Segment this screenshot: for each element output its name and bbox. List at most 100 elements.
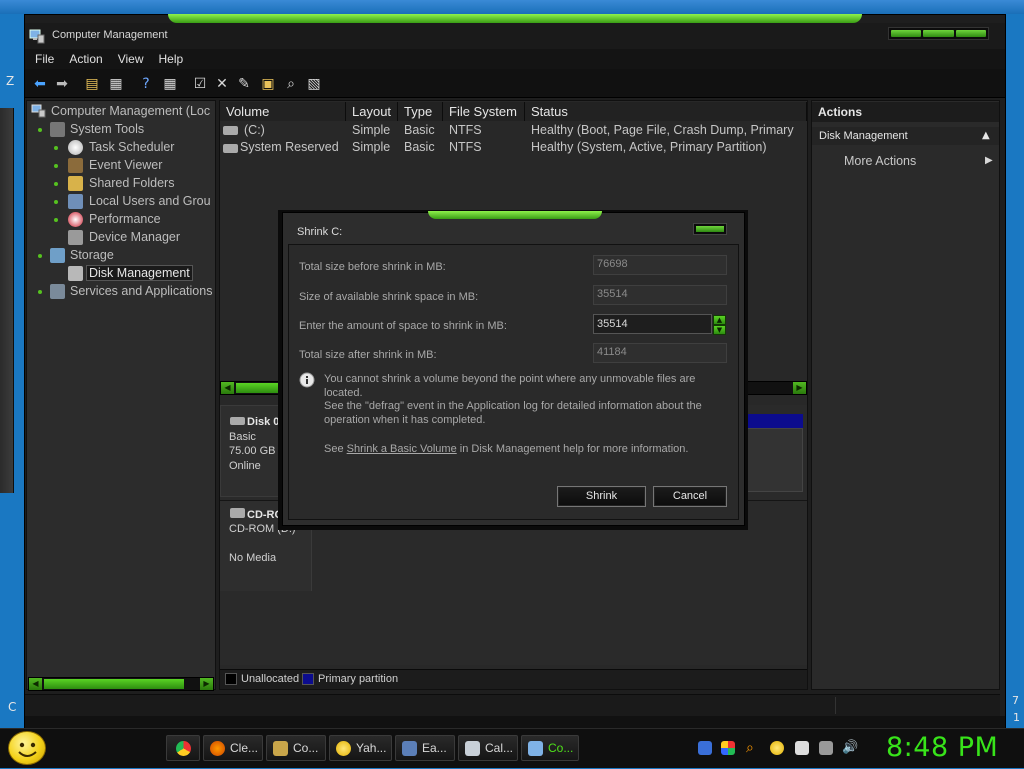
- minimize-button[interactable]: [891, 30, 922, 37]
- folder-up-icon[interactable]: ▤: [83, 75, 101, 93]
- tree-horizontal-scrollbar[interactable]: ◀ ▶: [28, 677, 214, 691]
- expand-dot[interactable]: [54, 200, 58, 204]
- task-label: Ea...: [422, 741, 447, 755]
- tree-item-shared-folders[interactable]: Shared Folders: [89, 176, 174, 190]
- title-bar[interactable]: [25, 23, 1005, 49]
- network-tray-icon[interactable]: [721, 741, 735, 755]
- tree-item-task-scheduler[interactable]: Task Scheduler: [89, 140, 174, 154]
- expand-dot[interactable]: [38, 128, 42, 132]
- taskbar-task-co[interactable]: Co...: [266, 735, 326, 761]
- messenger-tray-icon[interactable]: [770, 741, 784, 755]
- tree-item-computer-management[interactable]: Computer Management (Loc: [51, 104, 210, 118]
- expand-dot[interactable]: [54, 146, 58, 150]
- collapse-up-icon[interactable]: ▲: [982, 130, 990, 141]
- task-label: Co...: [548, 741, 574, 755]
- start-button[interactable]: [8, 731, 46, 765]
- more-actions[interactable]: More Actions: [844, 154, 916, 168]
- tree-item-event-viewer[interactable]: Event Viewer: [89, 158, 162, 172]
- primary-swatch: [302, 673, 314, 685]
- info-line-2: See the "defrag" event in the Applicatio…: [324, 400, 702, 412]
- properties-icon[interactable]: ☑: [191, 75, 209, 93]
- scroll-right-icon[interactable]: ▶: [200, 678, 213, 690]
- help-icon[interactable]: ?: [137, 75, 155, 93]
- back-arrow-icon[interactable]: ⬅: [31, 75, 49, 93]
- expand-dot[interactable]: [38, 290, 42, 294]
- taskbar-task-ea[interactable]: Ea...: [395, 735, 455, 761]
- tree-item-storage[interactable]: Storage: [70, 248, 114, 262]
- info-line-1: You cannot shrink a volume beyond the po…: [324, 373, 696, 399]
- close-button[interactable]: [955, 30, 986, 37]
- task-label: Cal...: [485, 741, 514, 755]
- legend-unallocated: Unallocated: [241, 673, 300, 685]
- tools-icon: [50, 122, 65, 137]
- window-controls: [888, 27, 989, 40]
- scroll-right-icon[interactable]: ▶: [793, 382, 806, 394]
- dialog-top-accent: [428, 211, 602, 219]
- settings-icon[interactable]: ▧: [305, 75, 323, 93]
- column-header-file-system[interactable]: File System: [443, 102, 525, 121]
- show-hide-tree-icon[interactable]: ▦: [107, 75, 125, 93]
- unallocated-swatch: [225, 673, 237, 685]
- partition-block[interactable]: [745, 428, 803, 492]
- taskbar-task-firefox[interactable]: Cle...: [203, 735, 263, 761]
- users-icon: [68, 194, 83, 209]
- column-header-layout[interactable]: Layout: [346, 102, 398, 121]
- tree-item-disk-management[interactable]: Disk Management: [86, 265, 193, 281]
- display-tray-icon[interactable]: [819, 741, 833, 755]
- event-viewer-icon: [68, 158, 83, 173]
- app-icon: [273, 741, 288, 756]
- search-tray-icon[interactable]: ⌕: [746, 741, 760, 755]
- tree-item-services-applications[interactable]: Services and Applications: [70, 284, 212, 298]
- taskbar-chrome[interactable]: [166, 735, 200, 761]
- actions-section-disk-management[interactable]: Disk Management: [812, 127, 999, 145]
- shrink-button[interactable]: Shrink: [557, 486, 646, 507]
- spin-up-icon[interactable]: ▲: [713, 315, 726, 325]
- menu-view[interactable]: View: [118, 52, 144, 66]
- expand-dot[interactable]: [54, 182, 58, 186]
- dialog-close-button[interactable]: [693, 223, 727, 235]
- taskbar-task-yahoo[interactable]: Yah...: [329, 735, 392, 761]
- spin-down-icon[interactable]: ▼: [713, 325, 726, 335]
- shrink-amount-label: Enter the amount of space to shrink in M…: [299, 320, 507, 332]
- column-header-type[interactable]: Type: [398, 102, 443, 121]
- taskbar-task-computer-management[interactable]: Co...: [521, 735, 579, 761]
- clock[interactable]: 8:48 PM: [886, 732, 998, 763]
- taskbar-task-calculator[interactable]: Cal...: [458, 735, 518, 761]
- delete-icon[interactable]: ✕: [213, 75, 231, 93]
- disk-icon: [230, 417, 245, 425]
- available-space-label: Size of available shrink space in MB:: [299, 291, 479, 303]
- show-hide-action-pane-icon[interactable]: ▦: [161, 75, 179, 93]
- tree-item-system-tools[interactable]: System Tools: [70, 122, 144, 136]
- shrink-amount-input[interactable]: [593, 314, 712, 334]
- action-center-icon[interactable]: [795, 741, 809, 755]
- tree-item-performance[interactable]: Performance: [89, 212, 161, 226]
- shrink-help-link[interactable]: Shrink a Basic Volume: [347, 443, 457, 455]
- tree-item-device-manager[interactable]: Device Manager: [89, 230, 180, 244]
- security-tray-icon[interactable]: [698, 741, 712, 755]
- search-icon[interactable]: ⌕: [282, 75, 300, 93]
- open-icon[interactable]: ▣: [259, 75, 277, 93]
- column-header-status[interactable]: Status: [525, 102, 807, 121]
- scroll-thumb[interactable]: [44, 679, 184, 689]
- expand-dot[interactable]: [54, 218, 58, 222]
- refresh-icon[interactable]: ✎: [235, 75, 253, 93]
- maximize-button[interactable]: [923, 30, 954, 37]
- expand-dot[interactable]: [54, 164, 58, 168]
- scroll-left-icon[interactable]: ◀: [29, 678, 42, 690]
- info-icon: [299, 372, 315, 388]
- primary-partition-bar[interactable]: [745, 414, 803, 428]
- tree-item-local-users-groups[interactable]: Local Users and Grou: [89, 194, 211, 208]
- volume-fs: NTFS: [449, 123, 482, 137]
- available-space-field: 35514: [593, 285, 727, 305]
- volume-icon[interactable]: 🔊: [842, 741, 858, 755]
- menu-file[interactable]: File: [35, 52, 54, 66]
- scroll-left-icon[interactable]: ◀: [221, 382, 234, 394]
- menu-action[interactable]: Action: [69, 52, 102, 66]
- collapse-dot[interactable]: [38, 254, 42, 258]
- forward-arrow-icon[interactable]: ➡: [53, 75, 71, 93]
- drive-icon: [223, 126, 238, 135]
- menu-help[interactable]: Help: [159, 52, 184, 66]
- chevron-right-icon[interactable]: ▶: [985, 155, 993, 166]
- column-header-volume[interactable]: Volume: [220, 102, 346, 121]
- cancel-button[interactable]: Cancel: [653, 486, 727, 507]
